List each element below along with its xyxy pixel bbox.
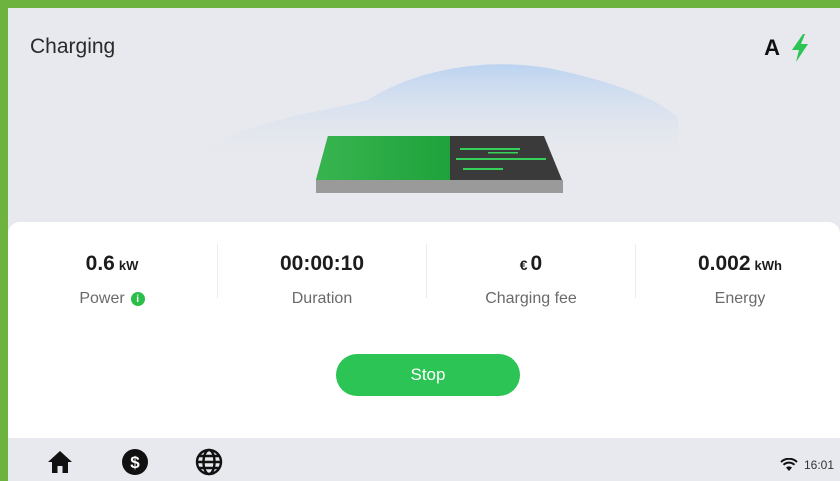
- metric-energy: 0.002 kWh Energy: [636, 252, 840, 308]
- info-icon[interactable]: i: [130, 292, 145, 306]
- fee-label: Charging fee: [485, 290, 577, 307]
- connector-indicator: A: [764, 34, 810, 62]
- metric-fee: €0 Charging fee: [427, 252, 635, 308]
- home-icon[interactable]: [46, 448, 74, 476]
- wifi-icon: [780, 458, 798, 471]
- clock-time: 16:01: [803, 458, 834, 472]
- stop-button[interactable]: Stop: [336, 354, 520, 396]
- energy-unit: kWh: [754, 258, 782, 273]
- battery-charge-fill: [316, 136, 450, 180]
- power-unit: kW: [118, 258, 139, 273]
- metric-power: 0.6 kW Power i: [8, 252, 216, 308]
- lightning-bolt-icon: [792, 34, 808, 62]
- car-charging-illustration: [208, 64, 678, 193]
- globe-icon[interactable]: [195, 448, 223, 476]
- charging-screen: Charging A 0.6 kW Power i 00:00:10 Durat…: [0, 0, 840, 481]
- status-bar: 16:01: [780, 458, 834, 472]
- page-title: Charging: [30, 35, 116, 58]
- connector-letter: A: [764, 35, 780, 60]
- currency-symbol: €: [519, 257, 528, 273]
- power-label: Power: [79, 290, 125, 307]
- battery-base: [316, 180, 563, 193]
- duration-label: Duration: [291, 290, 353, 307]
- power-value: 0.6: [85, 252, 115, 275]
- dollar-icon[interactable]: $: [121, 448, 149, 476]
- bottom-nav-bar: $ 16:01: [8, 438, 840, 481]
- fee-value: 0: [530, 252, 543, 275]
- metric-duration: 00:00:10 Duration: [218, 252, 426, 308]
- metrics-card: 0.6 kW Power i 00:00:10 Duration €0 Chargi…: [8, 222, 840, 462]
- energy-value: 0.002: [697, 252, 751, 275]
- energy-label: Energy: [714, 290, 766, 307]
- svg-text:$: $: [130, 453, 140, 472]
- duration-value: 00:00:10: [279, 252, 365, 275]
